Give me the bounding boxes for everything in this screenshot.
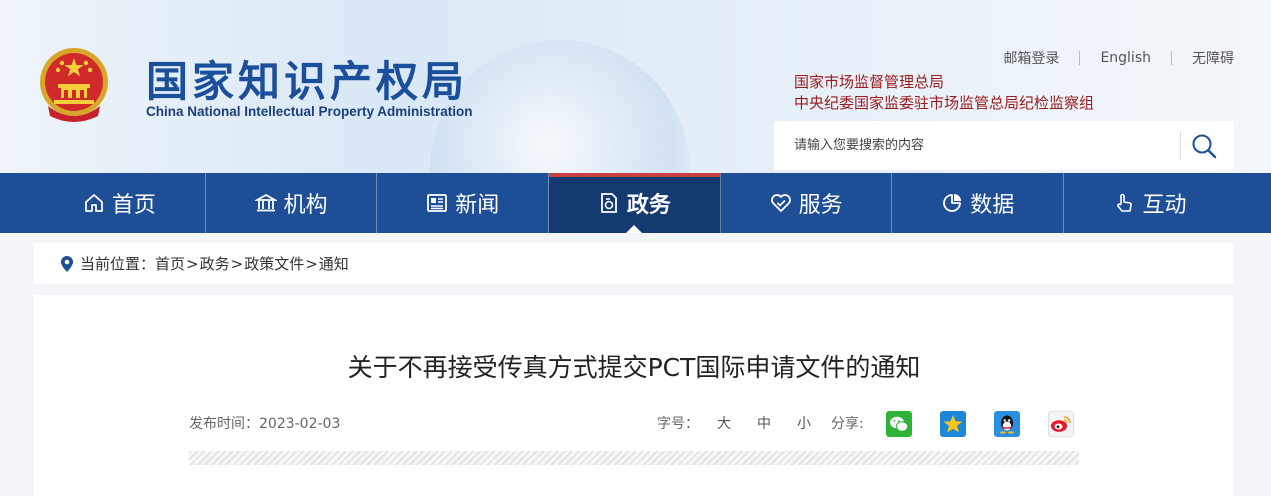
search-divider [1180, 131, 1181, 160]
nav-item-label: 机构 [283, 193, 328, 218]
main-nav: 首页 机构 新闻 政务 服务 数据 互动 [0, 173, 1271, 233]
breadcrumb-separator: > [305, 254, 318, 273]
nav-item-service[interactable]: 服务 [721, 173, 893, 233]
breadcrumb-government[interactable]: 政务 [200, 253, 230, 274]
font-size-large-button[interactable]: 大 [717, 413, 731, 433]
breadcrumb-separator: > [230, 254, 244, 273]
parent-org-link[interactable]: 国家市场监督管理总局 [794, 71, 944, 92]
qq-icon[interactable] [994, 411, 1020, 437]
site-title-en: China National Intellectual Property Adm… [146, 104, 473, 119]
nav-item-data[interactable]: 数据 [892, 173, 1065, 233]
qzone-icon[interactable] [940, 411, 966, 437]
publish-date: 发布时间：2023-02-03 [189, 413, 340, 433]
institution-icon [254, 193, 277, 212]
government-icon [600, 193, 617, 213]
interaction-icon [1117, 193, 1133, 212]
publish-date-value: 2023-02-03 [259, 416, 341, 432]
font-size-small-button[interactable]: 小 [797, 413, 811, 433]
article-title: 关于不再接受传真方式提交PCT国际申请文件的通知 [347, 353, 921, 382]
national-emblem-icon [40, 48, 108, 122]
breadcrumb-home[interactable]: 首页 [155, 253, 185, 274]
share-label: 分享: [831, 416, 864, 432]
site-title-cn[interactable]: 国家知识产权局 [146, 48, 468, 109]
location-pin-icon [61, 255, 73, 272]
divider [1171, 51, 1172, 65]
accessibility-link[interactable]: 无障碍 [1192, 48, 1234, 68]
nav-item-label: 新闻 [455, 193, 500, 218]
data-icon [943, 194, 962, 212]
font-size-controls: 字号： 大 中 小 [657, 413, 811, 433]
english-link[interactable]: English [1100, 50, 1151, 66]
weibo-icon[interactable] [1048, 411, 1074, 437]
nav-item-label: 政务 [626, 193, 671, 218]
breadcrumb-notice[interactable]: 通知 [319, 253, 349, 274]
divider-stripe [189, 451, 1079, 465]
breadcrumb: 当前位置： 首页 > 政务 > 政策文件 > 通知 [34, 243, 1234, 284]
service-icon [770, 194, 791, 212]
nav-item-home[interactable]: 首页 [34, 173, 206, 233]
publish-date-label: 发布时间： [189, 416, 259, 432]
font-size-medium-button[interactable]: 中 [757, 413, 771, 433]
search-icon[interactable] [1190, 132, 1218, 160]
breadcrumb-separator: > [186, 254, 199, 273]
font-size-label: 字号： [657, 416, 699, 432]
breadcrumb-policy-docs[interactable]: 政策文件 [244, 253, 304, 274]
wechat-icon[interactable] [886, 411, 912, 437]
breadcrumb-prefix: 当前位置： [80, 255, 156, 273]
mail-login-link[interactable]: 邮箱登录 [1003, 48, 1059, 68]
nav-item-label: 服务 [798, 193, 843, 218]
divider [1079, 51, 1081, 65]
search-box [774, 121, 1234, 170]
site-header: 国家知识产权局 China National Intellectual Prop… [0, 0, 1271, 173]
home-icon [84, 194, 103, 212]
news-icon [427, 194, 448, 212]
nav-item-interaction[interactable]: 互动 [1064, 173, 1236, 233]
nav-item-label: 互动 [1142, 193, 1187, 218]
nav-item-institution[interactable]: 机构 [206, 173, 378, 233]
nav-item-government[interactable]: 政务 [549, 173, 721, 233]
discipline-org-link[interactable]: 中央纪委国家监委驻市场监管总局纪检监察组 [794, 92, 1094, 113]
nav-item-label: 首页 [111, 193, 156, 218]
nav-item-news[interactable]: 新闻 [377, 173, 550, 233]
top-links: 邮箱登录 English 无障碍 [1003, 48, 1234, 68]
article-panel: 关于不再接受传真方式提交PCT国际申请文件的通知 发布时间：2023-02-03… [34, 295, 1234, 496]
search-input[interactable] [774, 121, 1180, 170]
nav-item-label: 数据 [970, 193, 1015, 218]
